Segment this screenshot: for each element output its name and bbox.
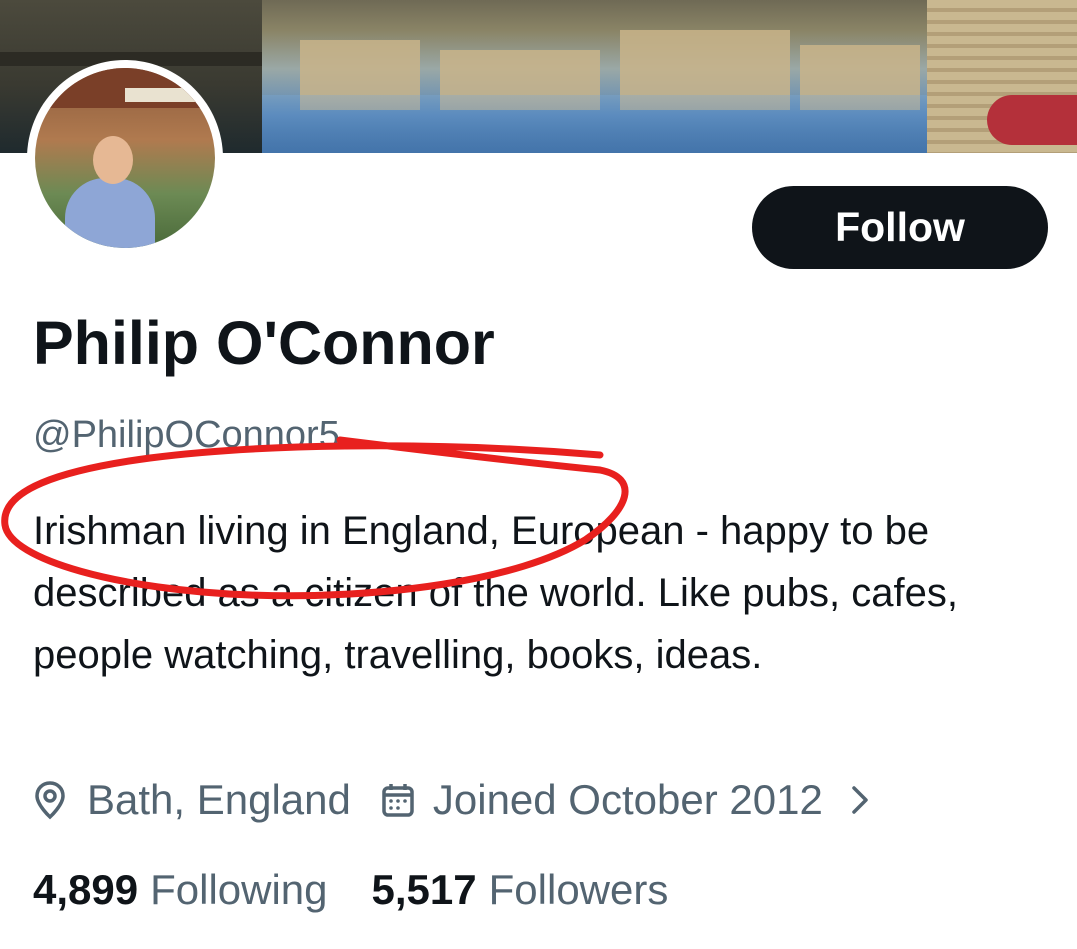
following-label: Following <box>150 866 328 913</box>
following-link[interactable]: 4,899 Following <box>33 866 328 914</box>
location-pin-icon <box>33 780 67 820</box>
location: Bath, England <box>33 776 351 824</box>
chevron-right-icon[interactable] <box>851 785 869 815</box>
follow-stats: 4,899 Following 5,517 Followers <box>33 860 668 920</box>
followers-count: 5,517 <box>371 866 477 913</box>
follow-button[interactable]: Follow <box>752 186 1048 269</box>
joined-date[interactable]: Joined October 2012 <box>351 776 869 824</box>
avatar-photo <box>35 68 215 248</box>
calendar-icon <box>381 782 415 818</box>
following-count: 4,899 <box>33 866 139 913</box>
followers-label: Followers <box>488 866 669 913</box>
avatar[interactable] <box>27 60 223 256</box>
followers-link[interactable]: 5,517 Followers <box>372 866 669 914</box>
handle: @PhilipOConnor5 <box>33 414 340 456</box>
bio: Irishman living in England, European - h… <box>33 509 958 677</box>
profile-meta: Bath, England Joined October 2012 <box>33 770 869 830</box>
joined-text: Joined October 2012 <box>432 776 823 823</box>
banner-boat <box>987 95 1077 145</box>
display-name: Philip O'Connor <box>33 309 495 377</box>
location-text: Bath, England <box>87 776 351 823</box>
